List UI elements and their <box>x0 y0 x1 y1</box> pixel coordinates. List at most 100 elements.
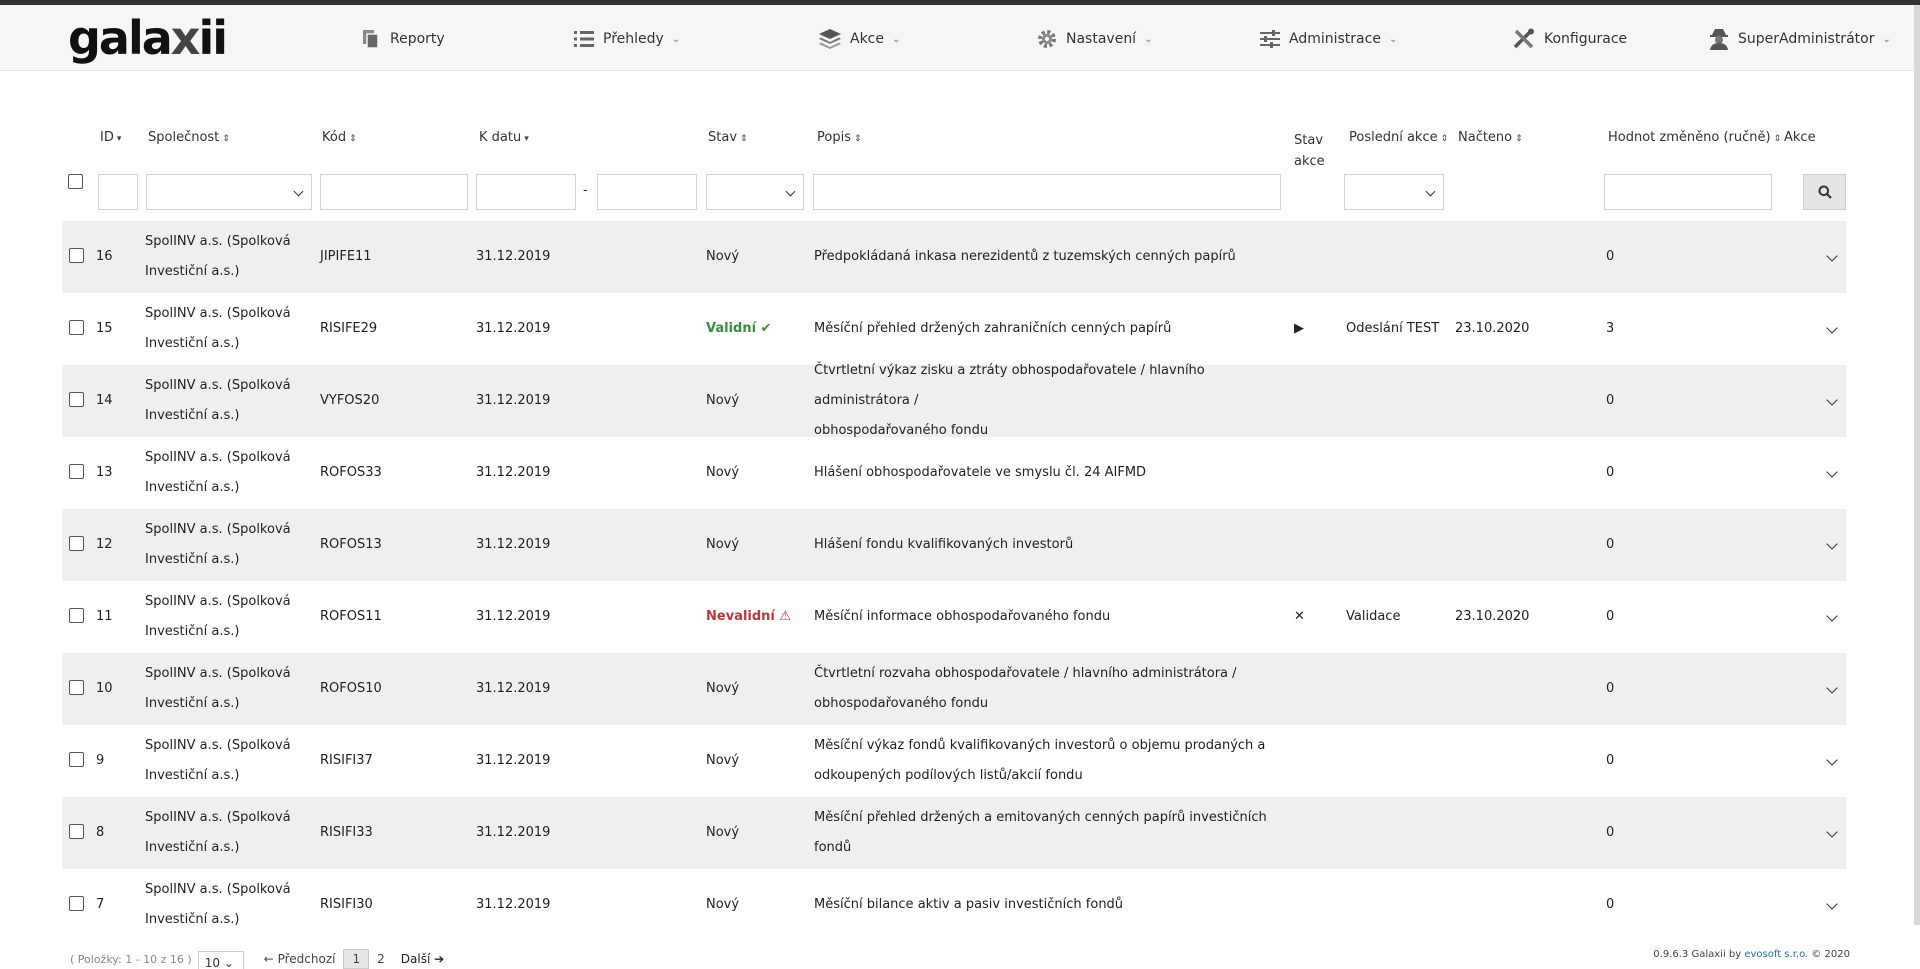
row-expand-chevron-icon[interactable] <box>1826 610 1838 622</box>
nav-reporty[interactable]: Reporty <box>360 25 445 53</box>
action-state-text[interactable]: ▶ <box>1294 314 1304 344</box>
company-line-1: SpolINV a.s. (Spolková <box>145 306 291 321</box>
row-expand-chevron-icon[interactable] <box>1826 466 1838 478</box>
table-row[interactable]: 9 SpolINV a.s. (Spolková Investiční a.s.) R… <box>62 725 1846 797</box>
sort-icon: ⇕ <box>349 134 357 144</box>
cell-changed: 0 <box>1606 365 1666 437</box>
nav-prehledy[interactable]: Přehledy ⌄ <box>573 25 680 53</box>
code-text: VYFOS20 <box>320 393 380 408</box>
list-icon <box>574 31 594 47</box>
cell-code: RISIFI37 <box>320 725 460 797</box>
col-header-posledni-akce[interactable]: Poslední akce ⇕ <box>1349 130 1448 145</box>
row-checkbox[interactable] <box>69 896 84 911</box>
cell-company: SpolINV a.s. (Spolková Investiční a.s.) <box>145 365 315 437</box>
row-expand-chevron-icon[interactable] <box>1826 826 1838 838</box>
row-checkbox[interactable] <box>69 464 84 479</box>
nav-superadmin[interactable]: SuperAdministrátor ⌄ <box>1708 25 1891 53</box>
table-row[interactable]: 11 SpolINV a.s. (Spolková Investiční a.s.)… <box>62 581 1846 653</box>
nav-konfigurace[interactable]: Konfigurace <box>1512 25 1627 53</box>
table-row[interactable]: 10 SpolINV a.s. (Spolková Investiční a.s.)… <box>62 653 1846 725</box>
col-header-hodnot-zmeneno[interactable]: Hodnot změněno (ručně) ⇕ <box>1608 130 1781 145</box>
action-state-text[interactable]: ✕ <box>1294 602 1305 632</box>
loaded-text: 23.10.2020 <box>1455 321 1530 336</box>
filter-posledni-akce-select[interactable] <box>1344 174 1444 210</box>
footer-company-link[interactable]: evosoft s.r.o. <box>1744 949 1808 960</box>
cell-action-state: ▶ <box>1294 293 1334 365</box>
cell-last-action: Odeslání TEST <box>1346 293 1456 365</box>
col-header-hodnot-zmeneno-label: Hodnot změněno (ručně) <box>1608 130 1771 145</box>
row-checkbox[interactable] <box>69 752 84 767</box>
row-expand-chevron-icon[interactable] <box>1826 898 1838 910</box>
filter-id-input[interactable] <box>98 174 138 210</box>
filter-popis-input[interactable] <box>813 174 1281 210</box>
page-size-select[interactable]: 10 ⌄ <box>197 951 244 969</box>
row-expand-chevron-icon[interactable] <box>1826 754 1838 766</box>
cell-id: 7 <box>96 869 136 941</box>
row-checkbox[interactable] <box>69 248 84 263</box>
search-button[interactable] <box>1803 174 1846 210</box>
table-row[interactable]: 8 SpolINV a.s. (Spolková Investiční a.s.) R… <box>62 797 1846 869</box>
row-checkbox[interactable] <box>69 608 84 623</box>
id-text: 15 <box>96 321 113 336</box>
pager-page-2[interactable]: 2 <box>369 950 393 968</box>
company-line-1: SpolINV a.s. (Spolková <box>145 738 291 753</box>
filter-stav-select[interactable] <box>706 174 804 210</box>
col-header-id-label: ID <box>100 130 114 145</box>
table-row[interactable]: 14 SpolINV a.s. (Spolková Investiční a.s.)… <box>62 363 1846 438</box>
col-header-kod[interactable]: Kód ⇕ <box>322 130 357 145</box>
row-expand-chevron-icon[interactable] <box>1826 682 1838 694</box>
col-header-kod-label: Kód <box>322 130 347 145</box>
row-checkbox[interactable] <box>69 824 84 839</box>
company-text: SpolINV a.s. (Spolková Investiční a.s.) <box>145 587 291 647</box>
col-header-spolecnost[interactable]: Společnost ⇕ <box>148 130 230 145</box>
cell-company: SpolINV a.s. (Spolková Investiční a.s.) <box>145 797 315 869</box>
row-checkbox[interactable] <box>69 536 84 551</box>
filter-hodnot-zmeneno-input[interactable] <box>1604 174 1772 210</box>
table-row[interactable]: 15 SpolINV a.s. (Spolková Investiční a.s.)… <box>62 293 1846 365</box>
nav-akce[interactable]: Akce ⌄ <box>818 25 900 53</box>
desc-line-1: Hlášení fondu kvalifikovaných investorů <box>814 537 1074 552</box>
row-expand-chevron-icon[interactable] <box>1826 250 1838 262</box>
col-header-id[interactable]: ID ▾ <box>100 130 121 145</box>
filter-date-from-input[interactable] <box>476 174 576 210</box>
row-checkbox[interactable] <box>69 392 84 407</box>
row-expand-chevron-icon[interactable] <box>1826 538 1838 550</box>
row-expand-chevron-icon[interactable] <box>1826 322 1838 334</box>
row-checkbox[interactable] <box>69 320 84 335</box>
date-text: 31.12.2019 <box>476 609 551 624</box>
filter-kod-input[interactable] <box>320 174 468 210</box>
nav-nastaveni[interactable]: Nastavení ⌄ <box>1036 25 1152 53</box>
cell-last-action <box>1346 365 1456 437</box>
cell-last-action <box>1346 869 1456 941</box>
pager-prev-button[interactable]: ← Předchozí <box>256 950 344 968</box>
filter-date-to-input[interactable] <box>597 174 697 210</box>
table-row[interactable]: 13 SpolINV a.s. (Spolková Investiční a.s.)… <box>62 437 1846 509</box>
date-text: 31.12.2019 <box>476 393 551 408</box>
company-line-1: SpolINV a.s. (Spolková <box>145 378 291 393</box>
company-line-2: Investiční a.s.) <box>145 336 240 351</box>
col-header-k-datu[interactable]: K datu ▾ <box>479 130 529 145</box>
select-all-checkbox[interactable] <box>68 174 83 189</box>
col-header-popis-label: Popis <box>817 130 851 145</box>
nav-superadmin-label: SuperAdministrátor <box>1738 31 1875 47</box>
galaxii-logo[interactable]: galaxii <box>68 11 228 65</box>
pager-page-1[interactable]: 1 <box>343 949 370 969</box>
pager-next-button[interactable]: Další ➔ <box>393 950 452 968</box>
desc-text: Měsíční přehled držených a emitovaných c… <box>814 803 1284 863</box>
id-text: 11 <box>96 609 113 624</box>
row-checkbox[interactable] <box>69 680 84 695</box>
changed-text: 0 <box>1606 537 1615 552</box>
col-header-nacteno[interactable]: Načteno ⇕ <box>1458 130 1523 145</box>
table-row[interactable]: 12 SpolINV a.s. (Spolková Investiční a.s.)… <box>62 509 1846 581</box>
filter-spolecnost-select[interactable] <box>146 174 312 210</box>
table-row[interactable]: 7 SpolINV a.s. (Spolková Investiční a.s.) R… <box>62 869 1846 941</box>
desc-text: Měsíční přehled držených zahraničních ce… <box>814 314 1171 344</box>
row-expand-chevron-icon[interactable] <box>1826 394 1838 406</box>
id-text: 16 <box>96 249 113 264</box>
table-row[interactable]: 16 SpolINV a.s. (Spolková Investiční a.s.)… <box>62 221 1846 293</box>
col-header-stav[interactable]: Stav ⇕ <box>708 130 748 145</box>
col-header-popis[interactable]: Popis ⇕ <box>817 130 862 145</box>
vertical-scrollbar[interactable] <box>1914 5 1920 925</box>
cell-id: 13 <box>96 437 136 509</box>
nav-administrace[interactable]: Administrace ⌄ <box>1259 25 1397 53</box>
